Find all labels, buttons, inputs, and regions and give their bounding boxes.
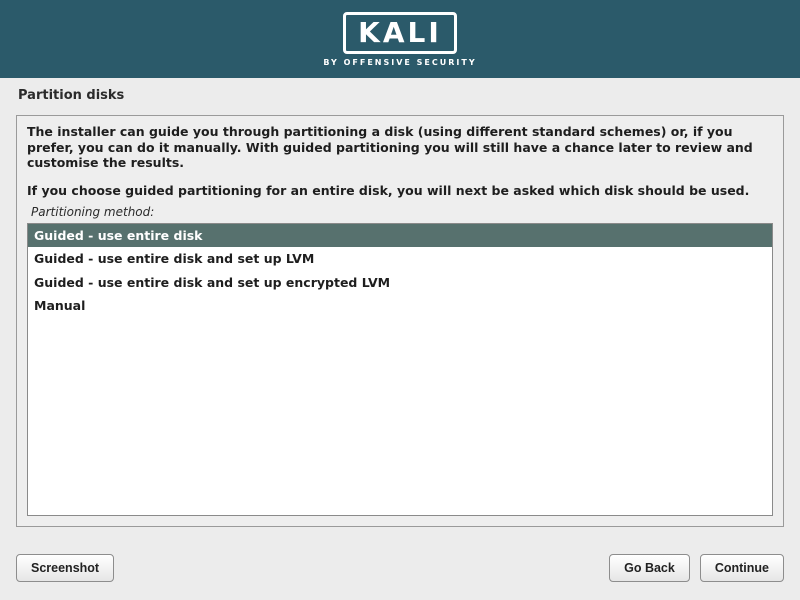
option-guided-entire-disk[interactable]: Guided - use entire disk	[28, 224, 772, 248]
page-title: Partition disks	[18, 88, 782, 103]
header-banner: KALI BY OFFENSIVE SECURITY	[0, 0, 800, 78]
option-guided-lvm[interactable]: Guided - use entire disk and set up LVM	[28, 247, 772, 271]
button-row: Screenshot Go Back Continue	[0, 554, 800, 582]
option-manual[interactable]: Manual	[28, 294, 772, 318]
go-back-button[interactable]: Go Back	[609, 554, 690, 582]
kali-logo: KALI BY OFFENSIVE SECURITY	[323, 12, 476, 67]
description-paragraph-1: The installer can guide you through part…	[27, 124, 773, 171]
logo-frame: KALI	[343, 12, 457, 54]
page-title-bar: Partition disks	[0, 78, 800, 109]
continue-button[interactable]: Continue	[700, 554, 784, 582]
partitioning-method-label: Partitioning method:	[31, 205, 773, 219]
screenshot-button[interactable]: Screenshot	[16, 554, 114, 582]
option-guided-encrypted-lvm[interactable]: Guided - use entire disk and set up encr…	[28, 271, 772, 295]
logo-subtitle: BY OFFENSIVE SECURITY	[323, 58, 476, 67]
partitioning-method-list[interactable]: Guided - use entire disk Guided - use en…	[27, 223, 773, 517]
description-paragraph-2: If you choose guided partitioning for an…	[27, 183, 773, 199]
content-panel: The installer can guide you through part…	[16, 115, 784, 527]
logo-text: KALI	[358, 19, 442, 47]
